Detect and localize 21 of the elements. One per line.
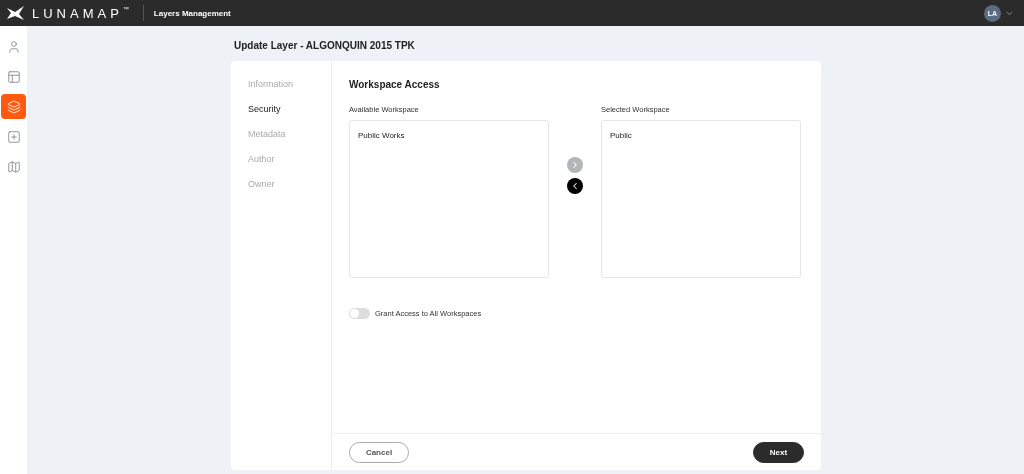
add-icon — [6, 129, 21, 144]
page-title: Update Layer - ALGONQUIN 2015 TPK — [234, 40, 416, 51]
layers-icon — [6, 99, 21, 114]
cancel-button[interactable]: Cancel — [349, 441, 409, 463]
toggle-switch[interactable] — [349, 308, 370, 319]
selected-list[interactable]: Public — [601, 120, 801, 278]
next-button[interactable]: Next — [753, 441, 804, 463]
list-item[interactable]: Public Works — [358, 131, 540, 140]
move-left-button[interactable] — [567, 178, 583, 194]
available-list[interactable]: Public Works — [349, 120, 549, 278]
map-icon — [6, 159, 21, 174]
section-heading: Workspace Access — [349, 79, 441, 90]
list-item[interactable]: Public — [610, 131, 792, 140]
sidebar-button[interactable] — [1, 94, 26, 119]
logo-icon — [6, 5, 26, 21]
chevron-right-icon — [570, 160, 580, 170]
section-title: Layers Management — [153, 8, 231, 18]
user-icon — [6, 39, 21, 54]
chevron-left-icon — [570, 181, 580, 191]
step-link[interactable]: Security — [248, 104, 331, 114]
layout-icon — [6, 69, 21, 84]
